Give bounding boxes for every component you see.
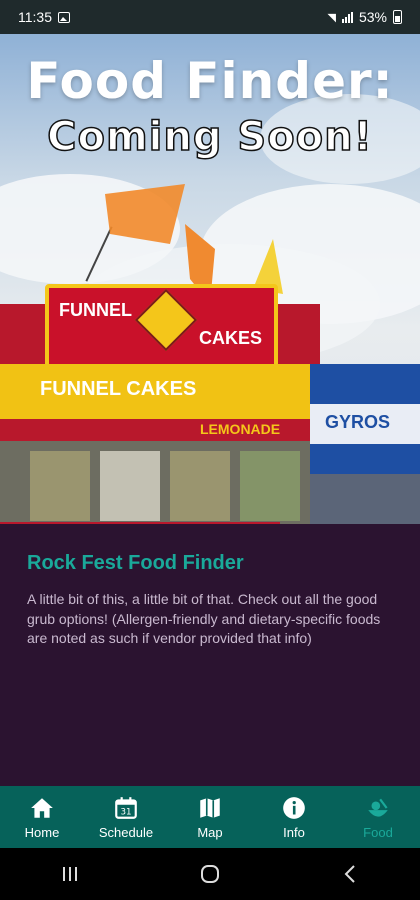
- tab-info[interactable]: Info: [252, 795, 336, 840]
- battery-percent: 53%: [358, 9, 387, 25]
- funnel-cake-stand: FUNNEL CAKES FUNNEL CAKES LEMONADE: [0, 264, 320, 524]
- svg-text:31: 31: [120, 807, 131, 817]
- tab-map-label: Map: [197, 824, 223, 840]
- sign-gyros: GYROS: [325, 412, 391, 432]
- tab-home-label: Home: [24, 824, 60, 840]
- tab-food-label: Food: [363, 824, 393, 840]
- tab-home[interactable]: Home: [0, 795, 84, 840]
- wifi-icon: ◥: [327, 11, 336, 24]
- tab-food[interactable]: Food: [336, 795, 420, 840]
- tab-info-label: Info: [283, 824, 305, 840]
- system-nav-bar: [0, 848, 420, 900]
- home-nav-button[interactable]: [170, 854, 250, 894]
- calendar-icon: 31: [115, 796, 137, 819]
- map-icon: [200, 797, 220, 818]
- signal-icon: [341, 11, 353, 23]
- tab-schedule-label: Schedule: [98, 824, 154, 840]
- image-notification-icon: [58, 11, 70, 23]
- sign-cakes: CAKES: [199, 328, 263, 348]
- sign-funnel: FUNNEL: [59, 300, 132, 320]
- recent-apps-icon: [63, 867, 77, 881]
- back-button[interactable]: [310, 854, 390, 894]
- tab-schedule[interactable]: 31 Schedule: [84, 795, 168, 840]
- content-section: Rock Fest Food Finder A little bit of th…: [0, 524, 420, 786]
- status-time: 11:35: [18, 9, 52, 25]
- bottom-tab-bar: Home 31 Schedule Map Info Food: [0, 786, 420, 848]
- home-circle-icon: [201, 865, 219, 883]
- hero-banner: Food Finder: Coming Soon! FUNNEL CAKES F…: [0, 34, 420, 524]
- sign-funnel-cakes: FUNNEL CAKES: [40, 378, 197, 400]
- page-heading: Rock Fest Food Finder: [27, 552, 244, 574]
- home-icon: [31, 797, 53, 818]
- recent-apps-button[interactable]: [30, 854, 110, 894]
- back-chevron-icon: [344, 865, 355, 883]
- hero-subtitle: Coming Soon!: [46, 113, 373, 161]
- battery-icon: [393, 10, 402, 24]
- hero-title: Food Finder:: [26, 52, 394, 110]
- food-icon: [368, 798, 388, 817]
- sign-lemonade: LEMONADE: [200, 421, 281, 437]
- gyros-stand: GYROS: [310, 364, 420, 524]
- page-description: A little bit of this, a little bit of th…: [27, 591, 381, 647]
- status-bar: 11:35 ◥ 53%: [0, 0, 420, 34]
- tab-map[interactable]: Map: [168, 795, 252, 840]
- info-icon: [283, 796, 305, 819]
- orange-flag: [105, 184, 185, 244]
